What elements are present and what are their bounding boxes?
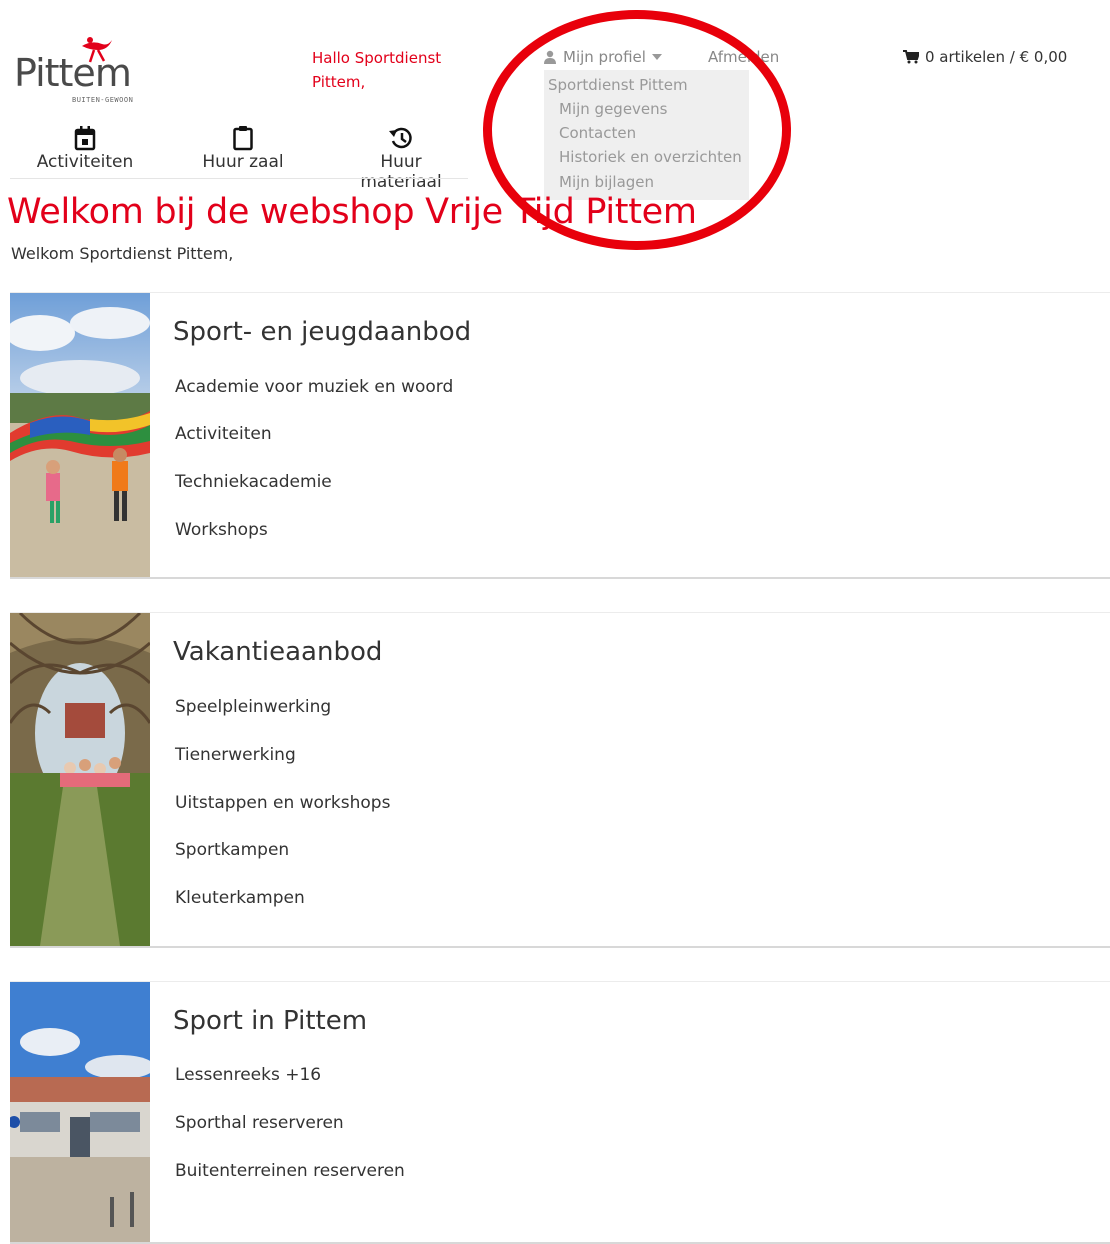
- category-link[interactable]: Buitenterreinen reserveren: [175, 1161, 405, 1181]
- category-link[interactable]: Activiteiten: [175, 424, 272, 444]
- highlight-annotation: [483, 10, 791, 250]
- nav-item-activiteiten[interactable]: Activiteiten: [36, 124, 134, 172]
- category-title[interactable]: Sport- en jeugdaanbod: [173, 317, 471, 347]
- cart-link[interactable]: 0 artikelen / € 0,00: [903, 48, 1067, 66]
- nav-item-huur-materiaal[interactable]: Huur materiaal: [338, 124, 464, 192]
- logo-subtext: BUITEN-GEWOON: [72, 96, 134, 104]
- category-link[interactable]: Sportkampen: [175, 840, 289, 860]
- category-link[interactable]: Tienerwerking: [175, 745, 296, 765]
- history-icon: [389, 127, 412, 149]
- category-image-willow-tunnel[interactable]: [10, 613, 150, 946]
- cart-icon: [903, 50, 919, 64]
- category-link[interactable]: Lessenreeks +16: [175, 1065, 321, 1085]
- category-link[interactable]: Speelpleinwerking: [175, 697, 331, 717]
- nav-item-huur-zaal[interactable]: Huur zaal: [200, 124, 286, 172]
- nav-divider: [10, 178, 468, 179]
- nav-label: Huur zaal: [202, 152, 284, 172]
- category-link[interactable]: Sporthal reserveren: [175, 1113, 344, 1133]
- calendar-icon: [74, 126, 96, 151]
- category-title[interactable]: Sport in Pittem: [173, 1006, 367, 1036]
- site-logo[interactable]: Pittem BUITEN-GEWOON: [14, 32, 144, 104]
- category-card-sport-jeugd: Sport- en jeugdaanbod Academie voor muzi…: [10, 292, 1110, 579]
- category-card-vakantieaanbod: Vakantieaanbod Speelpleinwerking Tienerw…: [10, 612, 1110, 948]
- category-title[interactable]: Vakantieaanbod: [173, 637, 382, 667]
- cart-summary: 0 artikelen / € 0,00: [925, 48, 1068, 66]
- nav-label: Huur materiaal: [360, 152, 442, 192]
- category-link[interactable]: Uitstappen en workshops: [175, 793, 390, 813]
- category-image-sporthal[interactable]: [10, 982, 150, 1242]
- user-greeting: Hallo Sportdienst Pittem,: [312, 49, 442, 91]
- category-link[interactable]: Kleuterkampen: [175, 888, 305, 908]
- category-link[interactable]: Techniekacademie: [175, 472, 332, 492]
- logo-text: Pittem: [14, 51, 132, 95]
- nav-label: Activiteiten: [36, 152, 134, 172]
- category-link[interactable]: Academie voor muziek en woord: [175, 377, 453, 397]
- category-link[interactable]: Workshops: [175, 520, 268, 540]
- category-image-parachute[interactable]: [10, 293, 150, 577]
- category-card-sport-in-pittem: Sport in Pittem Lessenreeks +16 Sporthal…: [10, 981, 1110, 1244]
- welcome-text: Welkom Sportdienst Pittem,: [11, 244, 234, 263]
- clipboard-icon: [233, 126, 253, 151]
